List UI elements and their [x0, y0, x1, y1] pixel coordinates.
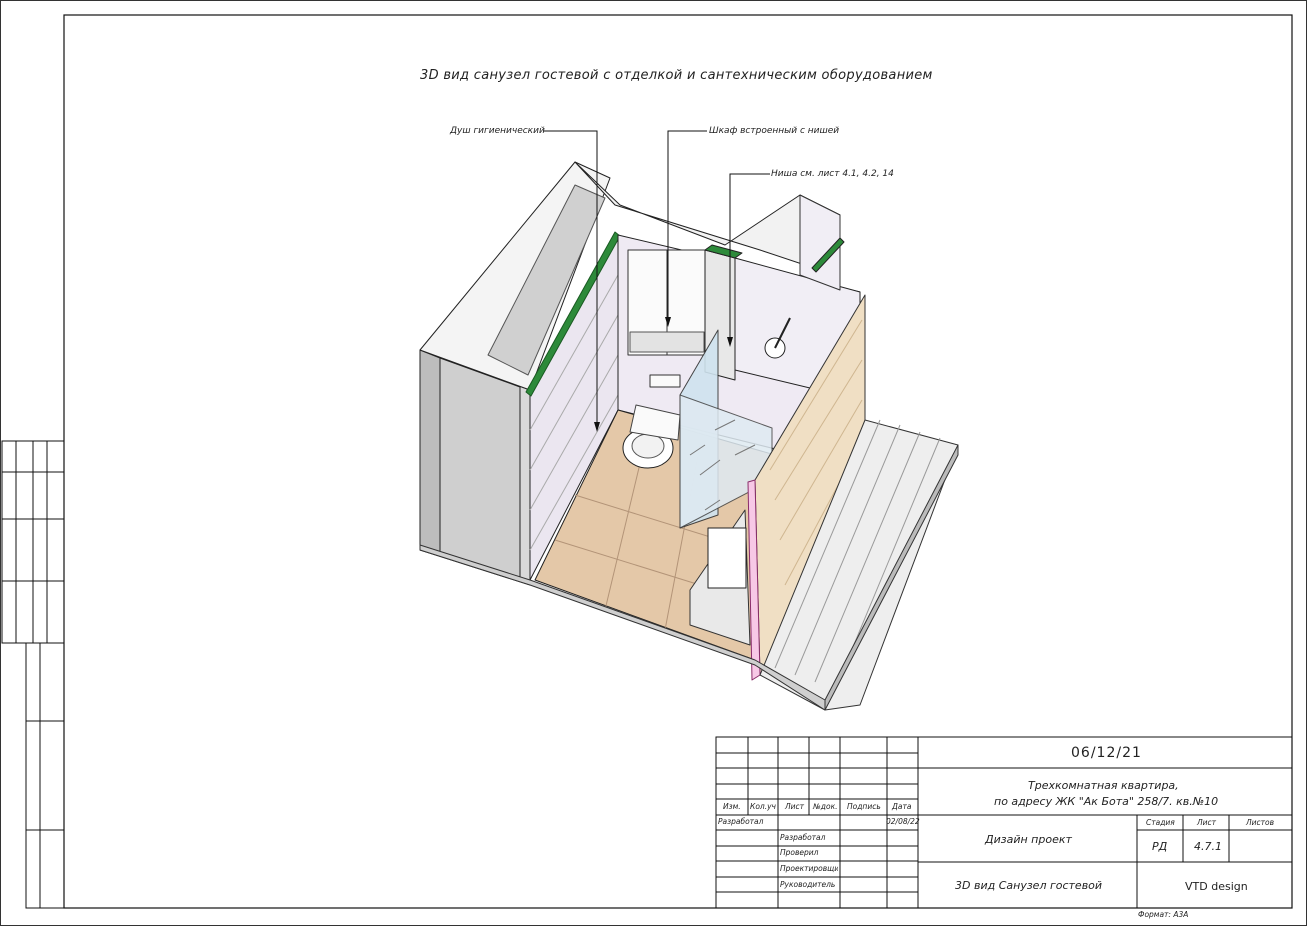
stage-label: Стадия — [1146, 818, 1175, 827]
callout-cabinet: Шкаф встроенный с нишей — [709, 126, 840, 136]
stamp-project-line2: по адресу ЖК "Ак Бота" 258/7. кв.№10 — [994, 795, 1219, 808]
sheet-name: 3D вид Санузел гостевой — [955, 879, 1103, 892]
format-label: Формат: А3А — [1138, 910, 1189, 919]
bathroom-3d-view — [419, 161, 959, 711]
sheet-label: Лист — [1197, 818, 1217, 827]
col-header-kol: Кол.уч — [750, 802, 776, 811]
col-header-list: Лист — [785, 802, 805, 811]
callout-niche: Ниша см. лист 4.1, 4.2, 14 — [771, 169, 894, 179]
stamp-project-line1: Трехкомнатная квартира, — [1028, 779, 1179, 792]
developed-left-label: Разработал — [718, 817, 764, 826]
role-developed: Разработал — [780, 833, 826, 842]
role-designer: Проектировщик — [780, 864, 838, 873]
col-header-sign: Подпись — [847, 802, 881, 811]
stage-type: Дизайн проект — [985, 833, 1072, 846]
sheet-value: 4.7.1 — [1194, 840, 1222, 853]
col-header-izm: Изм. — [723, 802, 741, 811]
col-header-doc: №док. — [813, 802, 838, 811]
sheets-label: Листов — [1246, 818, 1275, 827]
left-binding-strip — [1, 440, 65, 909]
col-header-date: Дата — [892, 802, 912, 811]
drawing-title: 3D вид санузел гостевой с отделкой и сан… — [420, 68, 933, 83]
company-name: VTD design — [1185, 880, 1248, 893]
callout-shower: Душ гигиенический — [450, 126, 545, 136]
stamp-date: 06/12/21 — [1071, 745, 1142, 761]
role-checked: Проверил — [780, 848, 819, 857]
sign-date: 02/08/22 — [886, 817, 920, 826]
stage-value: РД — [1152, 840, 1168, 853]
role-manager: Руководитель — [780, 880, 836, 889]
